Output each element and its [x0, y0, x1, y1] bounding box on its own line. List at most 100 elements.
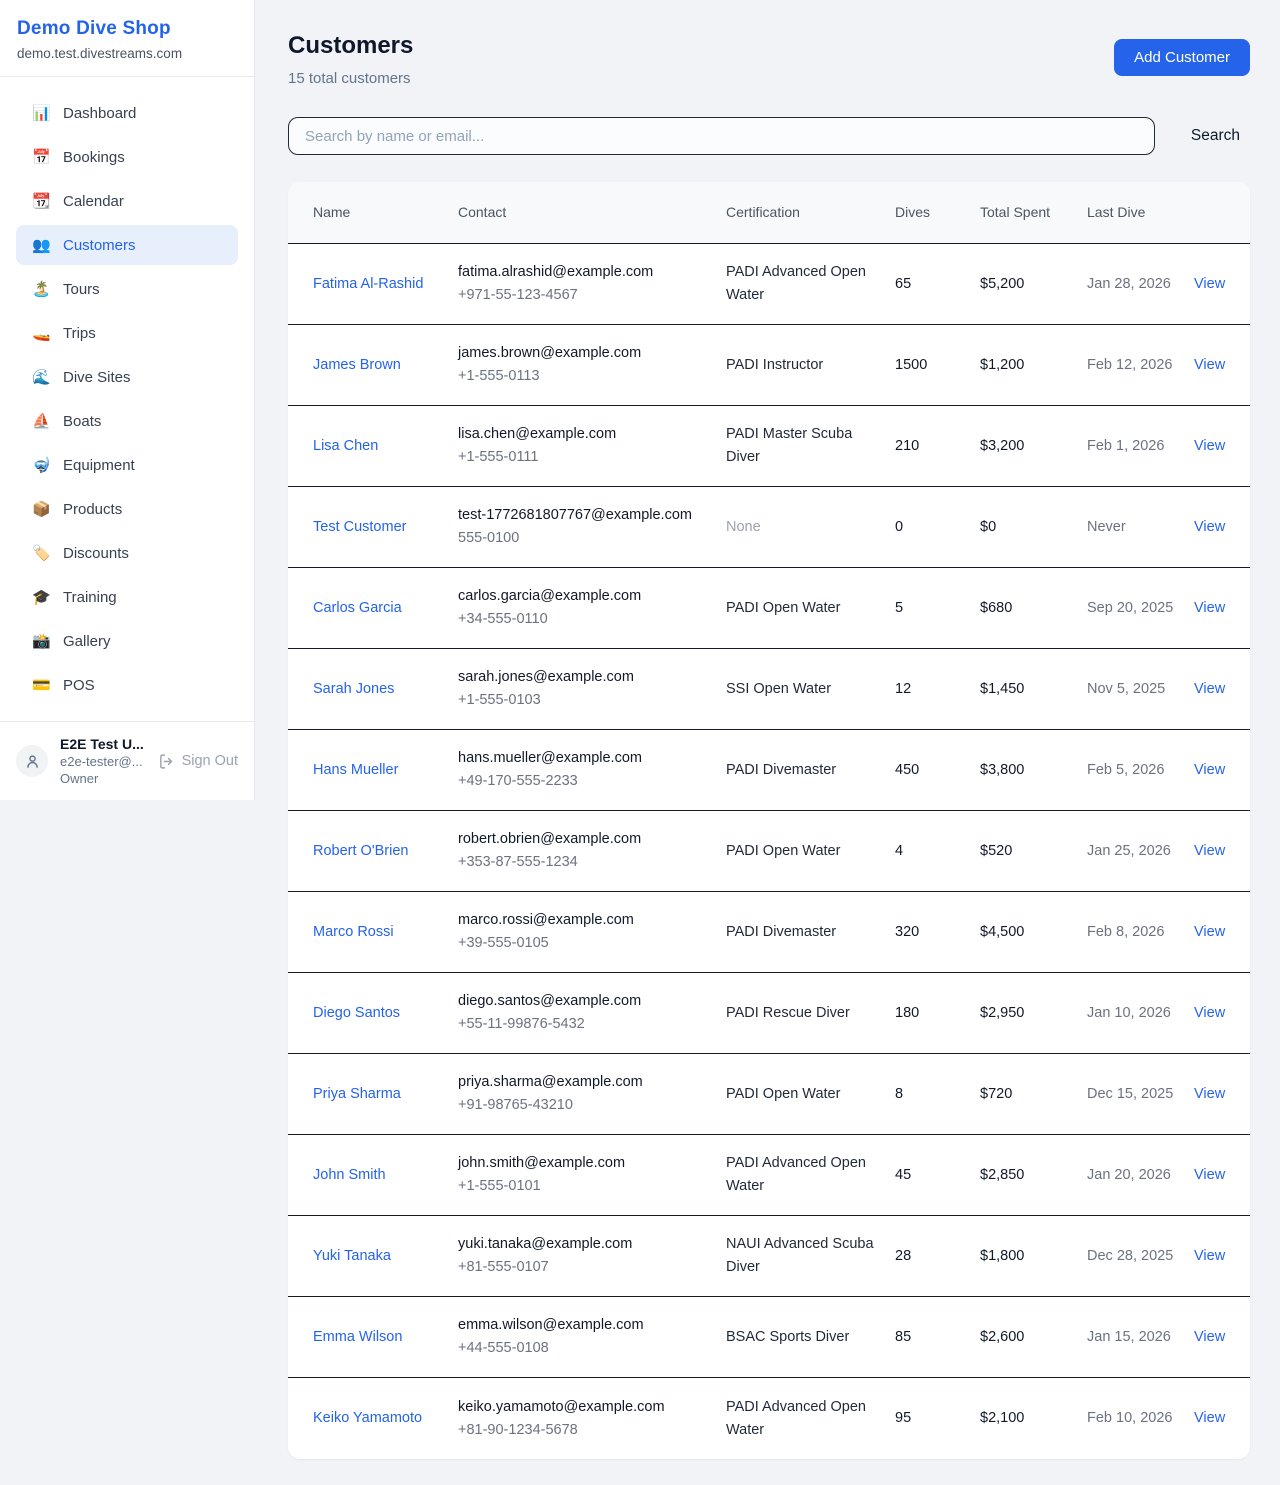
sidebar-item-bookings[interactable]: 📅Bookings — [16, 137, 238, 177]
user-name: E2E Test U... — [60, 736, 146, 752]
customer-last-dive: Sep 20, 2025 — [1087, 583, 1194, 634]
search-input[interactable] — [288, 117, 1155, 155]
view-link[interactable]: View — [1194, 1248, 1225, 1264]
credit-card-icon: 💳 — [32, 676, 50, 694]
view-link[interactable]: View — [1194, 1005, 1225, 1021]
column-header-total-spent: Total Spent — [980, 190, 1087, 235]
customer-total-spent: $5,200 — [980, 259, 1087, 310]
customer-name-link[interactable]: Yuki Tanaka — [313, 1248, 391, 1264]
customer-total-spent: $4,500 — [980, 907, 1087, 958]
customer-name-link[interactable]: Diego Santos — [313, 1005, 400, 1021]
view-link[interactable]: View — [1194, 681, 1225, 697]
view-link[interactable]: View — [1194, 843, 1225, 859]
sidebar-item-pos[interactable]: 💳POS — [16, 665, 238, 705]
view-link[interactable]: View — [1194, 438, 1225, 454]
customer-name-link[interactable]: Robert O'Brien — [313, 843, 408, 859]
customer-name-link[interactable]: Sarah Jones — [313, 681, 394, 697]
view-link[interactable]: View — [1194, 357, 1225, 373]
customer-name-link[interactable]: James Brown — [313, 357, 401, 373]
table-row: Carlos Garciacarlos.garcia@example.com+3… — [288, 568, 1250, 649]
sidebar-item-discounts[interactable]: 🏷️Discounts — [16, 533, 238, 573]
customer-name-link[interactable]: Marco Rossi — [313, 924, 394, 940]
customer-name-link[interactable]: Hans Mueller — [313, 762, 398, 778]
customer-certification: NAUI Advanced Scuba Diver — [726, 1219, 895, 1293]
speedboat-icon: 🚤 — [32, 324, 50, 342]
sidebar-item-dive-sites[interactable]: 🌊Dive Sites — [16, 357, 238, 397]
sidebar-item-label: Training — [63, 589, 117, 606]
sidebar-item-label: Calendar — [63, 193, 124, 210]
customer-name-link[interactable]: John Smith — [313, 1167, 386, 1183]
view-link[interactable]: View — [1194, 519, 1225, 535]
sidebar-item-equipment[interactable]: 🤿Equipment — [16, 445, 238, 485]
sidebar-item-boats[interactable]: ⛵Boats — [16, 401, 238, 441]
customer-name-link[interactable]: Emma Wilson — [313, 1329, 402, 1345]
view-link[interactable]: View — [1194, 1329, 1225, 1345]
customer-count: 15 total customers — [288, 70, 413, 87]
sidebar-item-customers[interactable]: 👥Customers — [16, 225, 238, 265]
column-header-name: Name — [313, 190, 458, 235]
sidebar-item-tours[interactable]: 🏝️Tours — [16, 269, 238, 309]
view-link[interactable]: View — [1194, 600, 1225, 616]
customer-name-link[interactable]: Test Customer — [313, 519, 406, 535]
user-role: Owner — [60, 771, 146, 786]
customer-email: james.brown@example.com — [458, 342, 710, 365]
view-link[interactable]: View — [1194, 762, 1225, 778]
customer-last-dive: Dec 28, 2025 — [1087, 1231, 1194, 1282]
table-row: Diego Santosdiego.santos@example.com+55-… — [288, 973, 1250, 1054]
sidebar-item-products[interactable]: 📦 Products — [16, 489, 238, 529]
table-header-row: NameContactCertificationDivesTotal Spent… — [288, 182, 1250, 244]
package-icon: 📦 — [32, 500, 50, 518]
sidebar-item-calendar[interactable]: 📆 Calendar — [16, 181, 238, 221]
customer-last-dive: Feb 1, 2026 — [1087, 421, 1194, 472]
customer-dives: 210 — [895, 421, 980, 472]
customer-certification: BSAC Sports Diver — [726, 1312, 895, 1363]
customer-last-dive: Dec 15, 2025 — [1087, 1069, 1194, 1120]
customer-name-link[interactable]: Fatima Al-Rashid — [313, 276, 423, 292]
tearoff-calendar-icon: 📆 — [32, 192, 50, 210]
sidebar-item-training[interactable]: 🎓Training — [16, 577, 238, 617]
sidebar-item-label: Bookings — [63, 149, 125, 166]
customer-last-dive: Jan 15, 2026 — [1087, 1312, 1194, 1363]
column-header-dives: Dives — [895, 190, 980, 235]
search-button[interactable]: Search — [1181, 119, 1250, 153]
table-row: Yuki Tanakayuki.tanaka@example.com+81-55… — [288, 1216, 1250, 1297]
table-row: Marco Rossimarco.rossi@example.com+39-55… — [288, 892, 1250, 973]
view-link[interactable]: View — [1194, 1167, 1225, 1183]
main-content: Customers 15 total customers Add Custome… — [255, 0, 1280, 1485]
user-email: e2e-tester@... — [60, 754, 146, 769]
customer-email: hans.mueller@example.com — [458, 747, 710, 770]
bar-chart-icon: 📊 — [32, 104, 50, 122]
customer-phone: +55-11-99876-5432 — [458, 1013, 710, 1036]
customer-email: sarah.jones@example.com — [458, 666, 710, 689]
wave-icon: 🌊 — [32, 368, 50, 386]
customer-email: lisa.chen@example.com — [458, 423, 710, 446]
sidebar-item-label: Gallery — [63, 633, 111, 650]
view-link[interactable]: View — [1194, 1086, 1225, 1102]
customer-last-dive: Jan 10, 2026 — [1087, 988, 1194, 1039]
customer-phone: +81-90-1234-5678 — [458, 1419, 710, 1442]
customer-name-link[interactable]: Lisa Chen — [313, 438, 378, 454]
island-icon: 🏝️ — [32, 280, 50, 298]
customer-certification: PADI Open Water — [726, 1069, 895, 1120]
page-header: Customers 15 total customers Add Custome… — [288, 32, 1250, 87]
sidebar-item-dashboard[interactable]: 📊Dashboard — [16, 93, 238, 133]
page-title: Customers — [288, 32, 413, 60]
customer-name-link[interactable]: Keiko Yamamoto — [313, 1410, 422, 1426]
view-link[interactable]: View — [1194, 1410, 1225, 1426]
sidebar-nav: 📊Dashboard📅Bookings📆Calendar👥Customers🏝️… — [0, 77, 254, 721]
customer-total-spent: $3,800 — [980, 745, 1087, 796]
customer-name-link[interactable]: Carlos Garcia — [313, 600, 402, 616]
customer-total-spent: $2,100 — [980, 1393, 1087, 1444]
view-link[interactable]: View — [1194, 924, 1225, 940]
customer-name-link[interactable]: Priya Sharma — [313, 1086, 401, 1102]
sidebar-item-gallery[interactable]: 📸Gallery — [16, 621, 238, 661]
customer-dives: 12 — [895, 664, 980, 715]
sidebar-item-trips[interactable]: 🚤Trips — [16, 313, 238, 353]
customer-certification: PADI Advanced Open Water — [726, 1138, 895, 1212]
sidebar-item-label: Products — [63, 501, 122, 518]
customer-last-dive: Jan 28, 2026 — [1087, 259, 1194, 310]
customer-total-spent: $1,800 — [980, 1231, 1087, 1282]
sign-out-button[interactable]: Sign Out — [158, 753, 238, 770]
add-customer-button[interactable]: Add Customer — [1114, 39, 1250, 76]
view-link[interactable]: View — [1194, 276, 1225, 292]
